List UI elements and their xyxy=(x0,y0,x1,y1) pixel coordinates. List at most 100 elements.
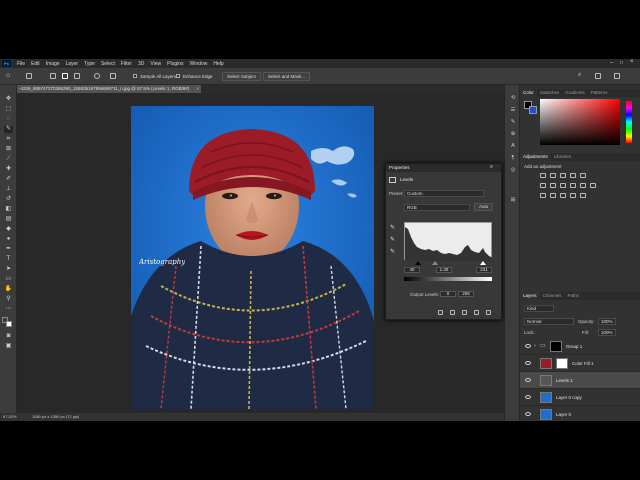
selective-color-icon[interactable] xyxy=(570,193,576,198)
healing-brush-tool-icon[interactable]: ✚ xyxy=(4,166,13,173)
tab-paths[interactable]: Paths xyxy=(565,292,583,300)
close-window-icon[interactable]: × xyxy=(630,59,634,65)
more-tools-icon[interactable]: ⋯ xyxy=(4,306,13,313)
input-gamma-slider[interactable] xyxy=(432,261,438,265)
exposure-icon[interactable] xyxy=(570,173,576,178)
menu-layer[interactable]: Layer xyxy=(63,61,82,67)
zoom-tool-icon[interactable]: ⚲ xyxy=(4,296,13,303)
zoom-level[interactable]: 67.52% xyxy=(3,413,17,421)
layer-name[interactable]: Levels 1 xyxy=(556,378,573,383)
delete-icon[interactable] xyxy=(486,310,491,315)
input-gamma-field[interactable]: 1.39 xyxy=(436,267,452,273)
select-subject-button[interactable]: Select Subject xyxy=(222,72,261,81)
layer-name[interactable]: Color Fill 1 xyxy=(572,361,594,366)
gradient-tool-icon[interactable]: ▤ xyxy=(4,216,13,223)
levels-adjustment-icon[interactable] xyxy=(540,375,552,386)
lasso-tool-icon[interactable]: ◌ xyxy=(4,116,13,123)
gray-point-eyedropper-icon[interactable]: ✎ xyxy=(390,236,395,243)
quick-selection-tool-icon[interactable]: ✎ xyxy=(4,126,13,133)
output-white-field[interactable]: 255 xyxy=(458,291,474,297)
dodge-tool-icon[interactable]: ● xyxy=(4,236,13,243)
brush-angle-icon[interactable] xyxy=(110,73,116,79)
tab-channels[interactable]: Channels xyxy=(540,292,565,300)
move-tool-icon[interactable]: ✥ xyxy=(4,96,13,103)
tab-swatches[interactable]: Swatches xyxy=(537,89,563,97)
crop-tool-icon[interactable]: ⌗ xyxy=(4,136,13,143)
blend-mode-select[interactable]: Normal xyxy=(524,318,574,325)
layer-row[interactable]: Layer 0 copy xyxy=(520,389,640,406)
frame-tool-icon[interactable]: ⊠ xyxy=(4,146,13,153)
output-black-field[interactable]: 0 xyxy=(440,291,456,297)
layer-thumbnail[interactable] xyxy=(540,358,552,369)
sample-all-layers-checkbox[interactable] xyxy=(133,74,137,78)
bg-color-chip[interactable] xyxy=(529,106,537,114)
subtract-selection-icon[interactable] xyxy=(74,73,80,79)
document-info[interactable]: 1080 px x 1350 px (72 ppi) xyxy=(32,413,79,421)
layer-row[interactable]: › ▭ Group 1 xyxy=(520,338,640,355)
reset-icon[interactable] xyxy=(462,310,467,315)
layer-name[interactable]: Group 1 xyxy=(566,344,582,349)
hue-slider[interactable] xyxy=(626,101,632,143)
clip-to-layer-icon[interactable] xyxy=(438,310,443,315)
visibility-eye-icon[interactable] xyxy=(525,378,531,382)
black-white-icon[interactable] xyxy=(560,183,566,188)
visibility-eye-icon[interactable] xyxy=(525,361,531,365)
workspace-icon[interactable] xyxy=(595,73,601,79)
white-point-eyedropper-icon[interactable]: ✎ xyxy=(390,248,395,255)
path-selection-tool-icon[interactable]: ➤ xyxy=(4,266,13,273)
color-lookup-icon[interactable] xyxy=(590,183,596,188)
view-previous-icon[interactable] xyxy=(450,310,455,315)
layer-row[interactable]: Layer 0 xyxy=(520,406,640,421)
preset-select[interactable]: Custom xyxy=(404,190,484,197)
maximize-icon[interactable]: □ xyxy=(620,60,623,66)
search-icon[interactable]: ⌕ xyxy=(578,72,581,79)
menu-type[interactable]: Type xyxy=(81,61,98,67)
tab-patterns[interactable]: Patterns xyxy=(588,89,611,97)
input-black-field[interactable]: 40 xyxy=(404,267,420,273)
tab-color[interactable]: Color xyxy=(520,89,537,97)
pen-tool-icon[interactable]: ✒ xyxy=(4,246,13,253)
eyedropper-tool-icon[interactable]: ⟋ xyxy=(4,156,13,163)
close-tab-icon[interactable]: × xyxy=(196,85,199,93)
tab-adjustments[interactable]: Adjustments xyxy=(520,153,551,161)
color-field[interactable] xyxy=(540,99,620,145)
type-tool-icon[interactable]: T xyxy=(4,256,13,263)
channel-mixer-icon[interactable] xyxy=(580,183,586,188)
eraser-tool-icon[interactable]: ◧ xyxy=(4,206,13,213)
layer-row[interactable]: Levels 1 xyxy=(520,372,640,389)
minimize-icon[interactable]: – xyxy=(610,60,613,66)
panel-menu-icon[interactable]: ≡ xyxy=(490,164,493,170)
quick-mask-icon[interactable]: ◙ xyxy=(4,333,13,340)
layer-name[interactable]: Layer 0 copy xyxy=(556,395,582,400)
layer-name[interactable]: Layer 0 xyxy=(556,412,571,417)
menu-view[interactable]: View xyxy=(147,61,164,67)
menu-filter[interactable]: Filter xyxy=(118,61,135,67)
clone-source-icon[interactable]: ⊕ xyxy=(509,131,517,138)
tab-gradients[interactable]: Gradients xyxy=(562,89,588,97)
color-balance-icon[interactable] xyxy=(550,183,556,188)
layer-filter-kind[interactable]: Kind xyxy=(524,305,554,312)
visibility-eye-icon[interactable] xyxy=(525,412,531,416)
layer-thumbnail[interactable] xyxy=(540,409,552,420)
document-tab[interactable]: -4226_889747270366290_155835167956699711… xyxy=(17,85,201,93)
rectangle-tool-icon[interactable]: ▭ xyxy=(4,276,13,283)
document-image[interactable]: Aristography xyxy=(131,106,374,409)
black-point-eyedropper-icon[interactable]: ✎ xyxy=(390,224,395,231)
menu-3d[interactable]: 3D xyxy=(135,61,147,67)
brush-panel-icon[interactable]: ✎ xyxy=(509,119,517,126)
glyphs-panel-icon[interactable]: ◎ xyxy=(509,167,517,174)
channel-select[interactable]: RGB xyxy=(404,204,470,211)
visibility-eye-icon[interactable] xyxy=(525,395,531,399)
menu-file[interactable]: File xyxy=(14,61,28,67)
marquee-tool-icon[interactable]: ⬚ xyxy=(4,106,13,113)
layer-row[interactable]: Color Fill 1 xyxy=(520,355,640,372)
background-color-swatch[interactable] xyxy=(6,321,12,327)
curves-icon[interactable] xyxy=(560,173,566,178)
brush-size-icon[interactable] xyxy=(94,73,100,79)
character-panel-icon[interactable]: A xyxy=(509,143,517,150)
invert-icon[interactable] xyxy=(540,193,546,198)
levels-adjust-icon[interactable] xyxy=(550,173,556,178)
layer-mask-thumbnail[interactable] xyxy=(556,358,568,369)
menu-select[interactable]: Select xyxy=(98,61,118,67)
properties-header[interactable]: Properties ≡ xyxy=(386,164,501,172)
